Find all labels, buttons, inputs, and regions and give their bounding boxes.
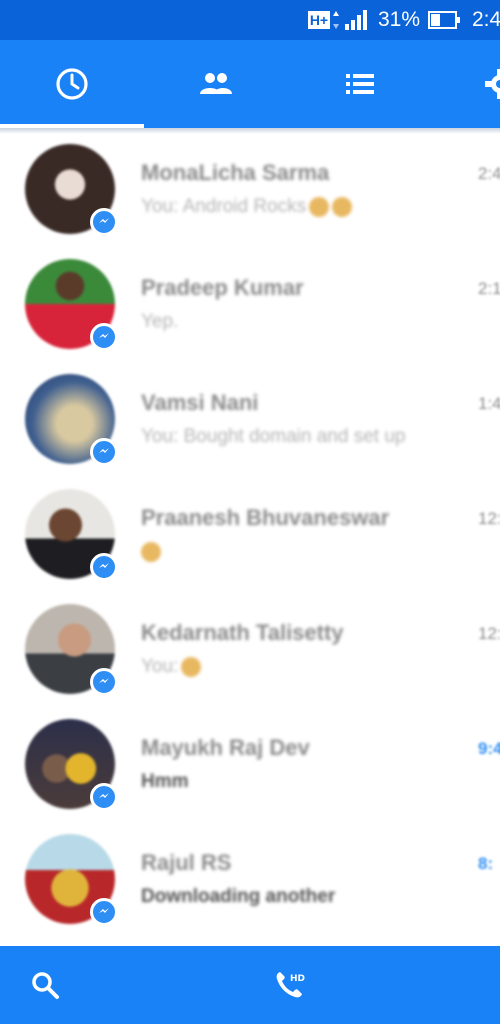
contact-name: MonaLicha Sarma: [141, 160, 330, 185]
message-preview: Downloading another: [141, 886, 336, 907]
message-preview: Yep.: [141, 311, 179, 332]
tab-list[interactable]: [300, 40, 420, 128]
conversation-row[interactable]: Praanesh Bhuvaneswar 12:: [0, 477, 500, 592]
message-preview: You:: [141, 656, 202, 678]
conversation-row[interactable]: MonaLicha Sarma You: Android Rocks 2:4: [0, 132, 500, 247]
message-time: 2:1: [478, 279, 500, 298]
message-time: 2:4: [478, 164, 500, 183]
contact-name: Rajul RS: [141, 850, 232, 875]
conversation-row[interactable]: Mayukh Raj Dev Hmm 9:4: [0, 707, 500, 822]
conversation-row[interactable]: Rajul RS Downloading another 8:: [0, 822, 500, 937]
contact-name: Praanesh Bhuvaneswar: [141, 505, 390, 530]
message-time: 12:: [478, 624, 500, 643]
clock-icon: [56, 68, 88, 100]
bottom-bar: HD: [0, 946, 500, 1024]
messenger-badge: [90, 323, 118, 351]
message-preview: [141, 541, 161, 563]
conversation-list: MonaLicha Sarma You: Android Rocks 2:4 P…: [0, 132, 500, 937]
conversation-row[interactable]: Vamsi Nani You: Bought domain and set up…: [0, 362, 500, 477]
messenger-badge: [90, 783, 118, 811]
emoji-icon: [332, 196, 353, 217]
messenger-badge: [90, 898, 118, 926]
search-button[interactable]: [0, 946, 90, 1024]
messenger-badge: [90, 553, 118, 581]
status-bar: H+ 31% 2:4: [0, 0, 500, 40]
messenger-badge: [90, 438, 118, 466]
data-activity-icon: [332, 11, 339, 29]
messenger-icon: [99, 563, 109, 568]
search-icon: [32, 972, 59, 999]
tab-bar: [0, 40, 500, 128]
conversation-row[interactable]: Pradeep Kumar Yep. 2:1: [0, 247, 500, 362]
message-time: 12:: [478, 509, 500, 528]
messenger-icon: [99, 908, 109, 913]
message-time: 9:4: [478, 739, 500, 758]
emoji-icon: [309, 196, 330, 217]
messenger-icon: [99, 333, 109, 338]
tab-people[interactable]: [156, 40, 276, 128]
contact-name: Pradeep Kumar: [141, 275, 304, 300]
conversation-row[interactable]: Kedarnath Talisetty You: 12:: [0, 592, 500, 707]
list-icon: [346, 74, 374, 94]
emoji-icon: [181, 656, 202, 677]
hd-call-button[interactable]: HD: [244, 946, 334, 1024]
clock-time: 2:4: [472, 8, 500, 31]
battery-icon: [428, 11, 460, 29]
messenger-badge: [90, 668, 118, 696]
network-type: H+: [307, 11, 330, 29]
message-preview: You: Android Rocks: [141, 196, 353, 218]
battery-percent: 31%: [377, 8, 420, 31]
messenger-icon: [99, 448, 109, 453]
messenger-badge: [90, 208, 118, 236]
message-time: 8:: [478, 854, 494, 873]
contact-name: Kedarnath Talisetty: [141, 620, 344, 645]
message-preview: You: Bought domain and set up: [141, 426, 406, 447]
svg-text:HD: HD: [290, 974, 305, 984]
message-preview: Hmm: [141, 771, 189, 792]
people-icon: [200, 73, 232, 94]
message-time: 1:4: [478, 394, 500, 413]
contact-name: Mayukh Raj Dev: [141, 735, 310, 760]
gear-icon: [485, 69, 500, 99]
hd-call-icon: HD: [276, 972, 305, 998]
contact-name: Vamsi Nani: [141, 390, 259, 415]
tab-recent[interactable]: [12, 40, 132, 128]
signal-icon: [344, 10, 367, 30]
messenger-icon: [99, 218, 109, 223]
emoji-icon: [141, 541, 161, 562]
tab-settings[interactable]: [440, 40, 500, 128]
messenger-icon: [99, 678, 109, 683]
messenger-icon: [99, 793, 109, 798]
